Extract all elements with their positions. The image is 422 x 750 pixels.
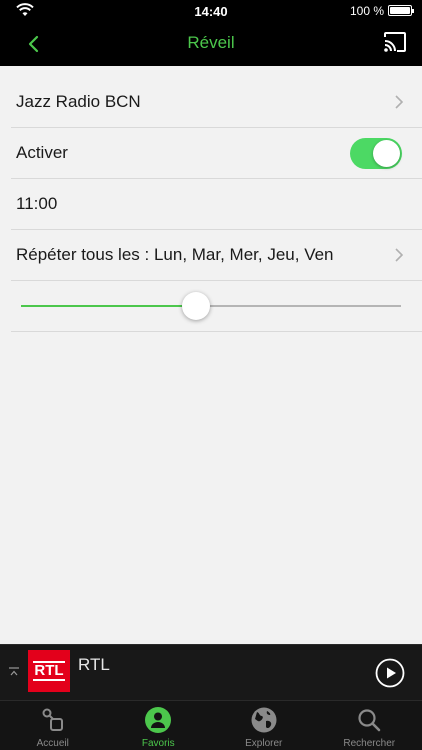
tab-favoris[interactable]: Favoris [106, 701, 212, 750]
status-bar: 14:40 100 % [0, 0, 422, 22]
time-row[interactable]: 11:00 [11, 179, 422, 230]
battery-percent: 100 % [349, 4, 384, 18]
repeat-days: Répéter tous les : Lun, Mar, Mer, Jeu, V… [16, 245, 334, 264]
tab-accueil[interactable]: Accueil [0, 701, 106, 750]
cast-icon[interactable] [382, 30, 408, 54]
volume-slider-thumb[interactable] [181, 292, 210, 320]
expand-up-icon[interactable] [8, 667, 20, 679]
activate-row: Activer [11, 128, 422, 179]
alarm-settings-list: Jazz Radio BCN Activer 11:00 Répéter tou… [0, 77, 422, 332]
tab-label: Explorer [245, 738, 283, 749]
volume-slider[interactable] [21, 292, 401, 320]
chevron-right-icon [395, 95, 404, 109]
mini-player[interactable]: RTL RTL [0, 644, 422, 700]
rtl-logo: RTL [28, 650, 70, 692]
volume-slider-fill [21, 305, 196, 307]
toggle-knob [373, 140, 400, 167]
navigation-bar: Réveil [0, 22, 422, 66]
station-name: Jazz Radio BCN [16, 92, 141, 111]
home-radio-icon [42, 708, 63, 731]
alarm-time: 11:00 [16, 194, 58, 213]
tab-label: Rechercher [343, 738, 396, 749]
tab-bar: Accueil Favoris Explorer Rechercher [0, 700, 422, 750]
favorites-person-icon [145, 707, 172, 733]
activate-toggle[interactable] [350, 138, 402, 169]
tab-rechercher[interactable]: Rechercher [317, 701, 422, 750]
station-row[interactable]: Jazz Radio BCN [11, 77, 422, 128]
activate-label: Activer [16, 143, 68, 162]
page-title: Réveil [187, 33, 235, 52]
globe-icon [251, 707, 277, 733]
tab-label: Favoris [141, 738, 175, 749]
battery-icon [388, 5, 414, 16]
tab-explorer[interactable]: Explorer [211, 701, 317, 750]
tab-label: Accueil [36, 738, 69, 749]
search-icon [358, 709, 381, 732]
now-playing-station: RTL [78, 655, 110, 674]
top-bar: 14:40 100 % Réveil [0, 0, 422, 66]
repeat-row[interactable]: Répéter tous les : Lun, Mar, Mer, Jeu, V… [11, 230, 422, 281]
volume-row [11, 281, 422, 332]
play-icon[interactable] [375, 658, 405, 688]
chevron-right-icon [395, 248, 404, 262]
